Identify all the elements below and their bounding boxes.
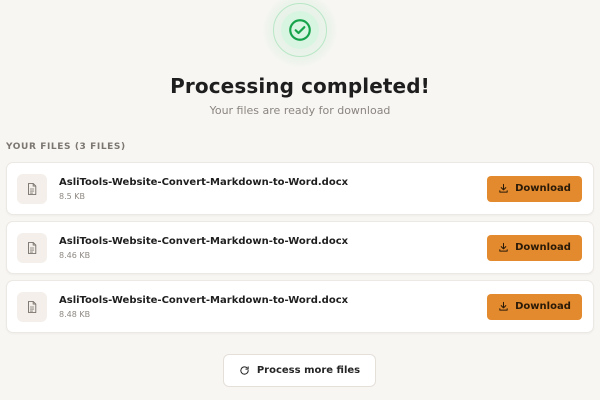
file-icon (17, 173, 47, 204)
file-meta: AsliTools-Website-Convert-Markdown-to-Wo… (59, 295, 487, 319)
file-card: AsliTools-Website-Convert-Markdown-to-Wo… (6, 280, 594, 333)
success-badge-inner (281, 11, 319, 49)
file-size: 8.5 KB (59, 191, 85, 201)
document-icon (28, 241, 37, 254)
file-name: AsliTools-Website-Convert-Markdown-to-Wo… (59, 235, 349, 247)
file-size: 8.46 KB (59, 250, 91, 260)
process-more-files-label: Process more files (256, 365, 361, 376)
document-icon (28, 300, 37, 313)
file-name: AsliTools-Website-Convert-Markdown-to-Wo… (59, 294, 349, 306)
page-subtitle: Your files are ready for download (209, 104, 391, 117)
file-meta: AsliTools-Website-Convert-Markdown-to-Wo… (59, 177, 487, 201)
download-button[interactable]: Download (487, 234, 582, 261)
success-badge-ring (273, 3, 327, 57)
file-list: AsliTools-Website-Convert-Markdown-to-Wo… (6, 162, 594, 339)
file-name: AsliTools-Website-Convert-Markdown-to-Wo… (59, 176, 349, 188)
file-card: AsliTools-Website-Convert-Markdown-to-Wo… (6, 162, 594, 215)
file-size: 8.48 KB (59, 309, 91, 319)
refresh-icon (240, 366, 249, 375)
file-meta: AsliTools-Website-Convert-Markdown-to-Wo… (59, 236, 487, 260)
download-button[interactable]: Download (487, 293, 582, 320)
download-button[interactable]: Download (487, 175, 582, 202)
files-section-label: YOUR FILES (3 FILES) (6, 142, 126, 152)
success-badge (262, 0, 338, 68)
download-icon (499, 301, 508, 311)
download-button-label: Download (515, 242, 571, 253)
file-icon (17, 291, 47, 322)
download-button-label: Download (515, 183, 571, 194)
check-circle-icon (289, 19, 311, 41)
download-icon (499, 183, 508, 193)
page: Processing completed! Your files are rea… (0, 0, 600, 400)
file-icon (17, 232, 47, 263)
document-icon (28, 182, 37, 195)
download-button-label: Download (515, 301, 571, 312)
file-card: AsliTools-Website-Convert-Markdown-to-Wo… (6, 221, 594, 274)
download-icon (499, 242, 508, 252)
page-title: Processing completed! (170, 74, 430, 98)
process-more-files-button[interactable]: Process more files (223, 354, 376, 387)
